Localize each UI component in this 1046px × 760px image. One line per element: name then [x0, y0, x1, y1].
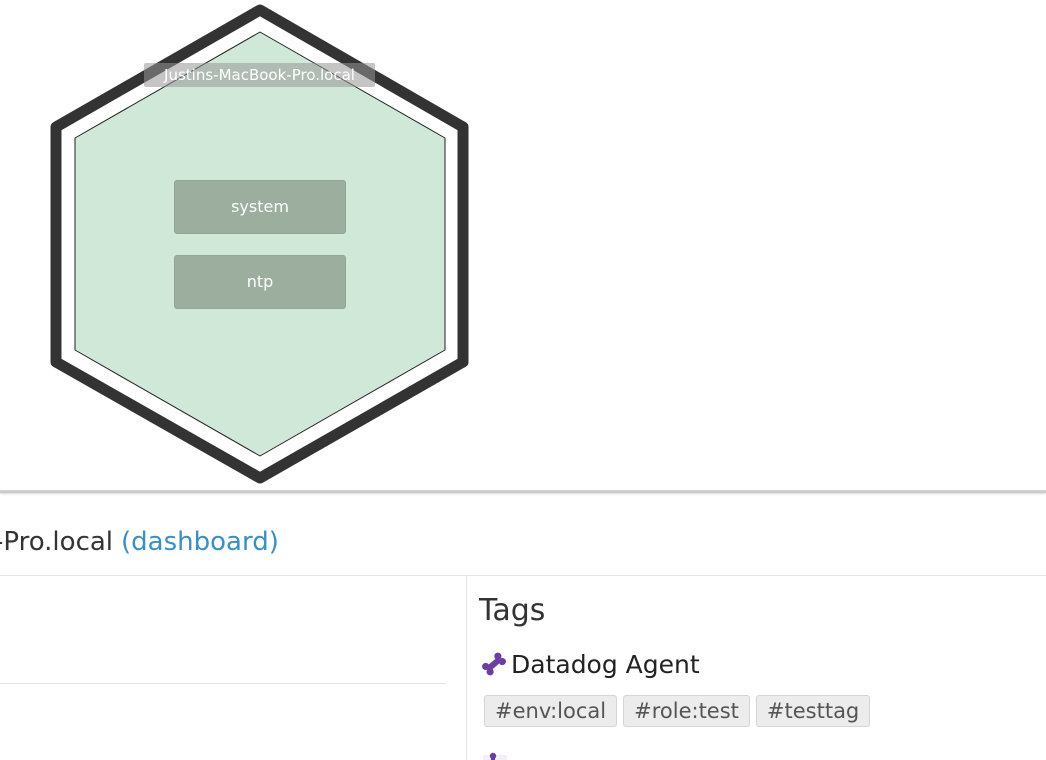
host-detail-panel: -Pro.local (dashboard) Tags Datadog Agent…: [0, 493, 1046, 760]
check-system[interactable]: system: [174, 180, 346, 234]
host-name-label[interactable]: Justins-MacBook-Pro.local: [144, 63, 375, 87]
tags-heading: Tags: [479, 593, 546, 628]
host-map: Justins-MacBook-Pro.local system ntp: [0, 0, 1046, 490]
host-title: -Pro.local (dashboard): [0, 527, 279, 557]
tag-role-test[interactable]: #role:test: [623, 695, 750, 727]
tag-testtag[interactable]: #testtag: [755, 695, 871, 727]
tag-env-local[interactable]: #env:local: [484, 695, 618, 727]
bone-icon: [482, 652, 506, 676]
tag-source-name: Datadog Agent: [511, 649, 700, 679]
host-title-text: -Pro.local: [0, 527, 114, 557]
dashboard-link[interactable]: (dashboard): [121, 527, 279, 557]
tag-source-datadog-agent: Datadog Agent: [479, 647, 700, 681]
title-rule: [0, 575, 1046, 576]
tag-list: #env:local #role:test #testtag: [484, 695, 871, 727]
check-ntp[interactable]: ntp: [174, 255, 346, 309]
column-divider: [466, 576, 467, 760]
left-column-rule: [0, 683, 446, 684]
host-map-page: Justins-MacBook-Pro.local system ntp -Pr…: [0, 0, 1046, 760]
bone-icon-partial: [483, 752, 507, 760]
